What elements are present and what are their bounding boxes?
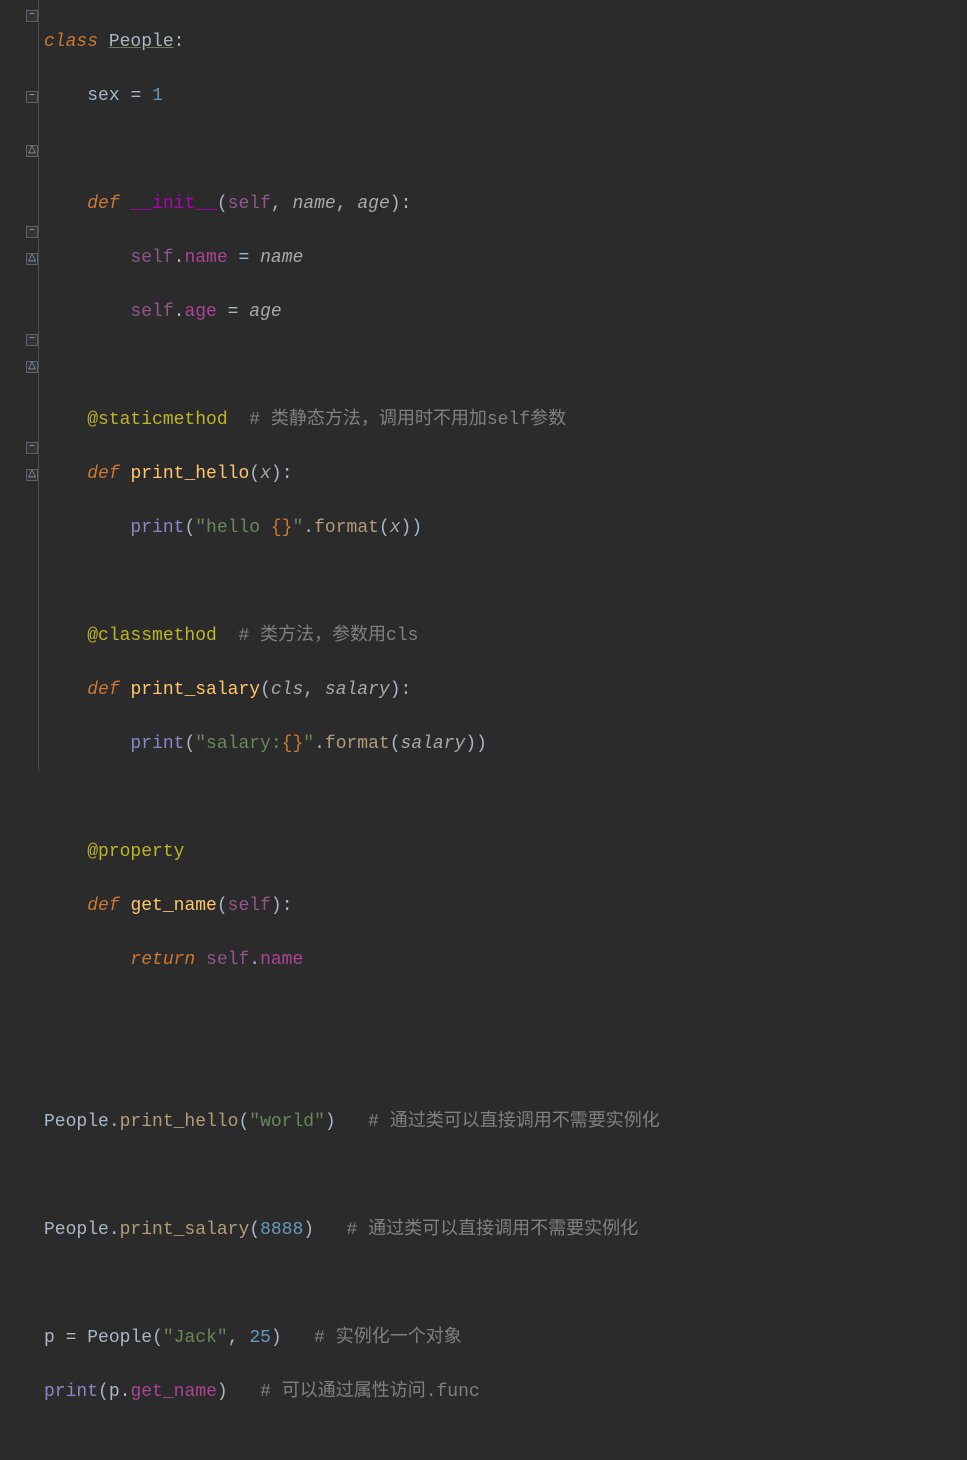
code-line: [44, 1055, 967, 1082]
code-line: return self.name: [44, 947, 967, 974]
code-line: self.name = name: [44, 245, 967, 272]
fold-end-icon[interactable]: △: [26, 253, 38, 265]
code-line: [44, 569, 967, 596]
code-line: [44, 1163, 967, 1190]
fold-end-icon[interactable]: △: [26, 361, 38, 373]
code-line: @property: [44, 839, 967, 866]
code-line: def print_salary(cls, salary):: [44, 677, 967, 704]
code-line: [44, 137, 967, 164]
code-line: People.print_salary(8888) # 通过类可以直接调用不需要…: [44, 1217, 967, 1244]
fold-icon[interactable]: −: [26, 10, 38, 22]
code-area[interactable]: class People: sex = 1 def __init__(self,…: [44, 0, 967, 770]
code-line: [44, 353, 967, 380]
code-line: print(p.get_name) # 可以通过属性访问.func: [44, 1379, 967, 1406]
code-line: def get_name(self):: [44, 893, 967, 920]
fold-icon[interactable]: −: [26, 334, 38, 346]
code-line: p = People("Jack", 25) # 实例化一个对象: [44, 1325, 967, 1352]
fold-end-icon[interactable]: △: [26, 145, 38, 157]
code-line: def print_hello(x):: [44, 461, 967, 488]
fold-end-icon[interactable]: △: [26, 469, 38, 481]
code-line: print("hello {}".format(x)): [44, 515, 967, 542]
code-line: @classmethod # 类方法，参数用cls: [44, 623, 967, 650]
gutter: − − △ − △ − △ − △: [0, 0, 44, 770]
fold-icon[interactable]: −: [26, 226, 38, 238]
code-line: class People:: [44, 29, 967, 56]
code-line: sex = 1: [44, 83, 967, 110]
code-line: print("salary:{}".format(salary)): [44, 731, 967, 758]
code-line: def __init__(self, name, age):: [44, 191, 967, 218]
code-line: [44, 785, 967, 812]
code-line: [44, 1001, 967, 1028]
code-editor[interactable]: − − △ − △ − △ − △ class People: sex = 1 …: [0, 0, 967, 770]
fold-icon[interactable]: −: [26, 442, 38, 454]
code-line: self.age = age: [44, 299, 967, 326]
fold-icon[interactable]: −: [26, 91, 38, 103]
code-line: @staticmethod # 类静态方法，调用时不用加self参数: [44, 407, 967, 434]
code-line: People.print_hello("world") # 通过类可以直接调用不…: [44, 1109, 967, 1136]
code-line: [44, 1271, 967, 1298]
